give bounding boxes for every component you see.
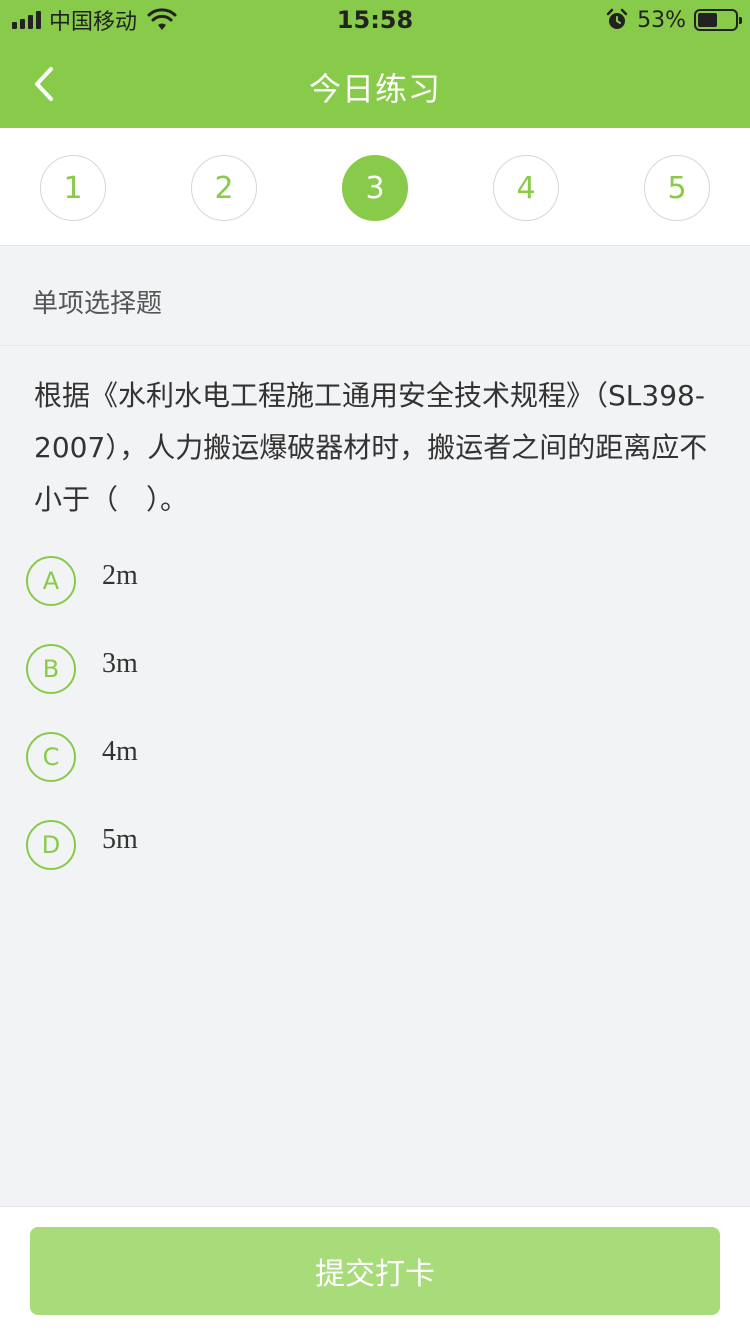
battery-percent: 53% xyxy=(637,7,686,33)
battery-fill xyxy=(698,13,717,27)
question-type-label: 单项选择题 xyxy=(32,289,163,319)
nav-bar: 今日练习 xyxy=(0,40,750,128)
option-letter: B xyxy=(26,644,76,694)
question-text: 根据《水利水电工程施工通用安全技术规程》（SL398-2007），人力搬运爆破器… xyxy=(34,379,708,516)
step-1[interactable]: 1 xyxy=(40,155,106,221)
step-5[interactable]: 5 xyxy=(644,155,710,221)
footer-bar: 提交打卡 xyxy=(0,1206,750,1334)
option-text: 4m xyxy=(102,736,138,767)
options-list: A 2m B 3m C 4m D 5m xyxy=(26,556,726,908)
option-a[interactable]: A 2m xyxy=(26,556,726,644)
step-3[interactable]: 3 xyxy=(342,155,408,221)
option-letter: C xyxy=(26,732,76,782)
practice-page: 中国移动 15:58 53% 今日练习 1 2 3 4 5 单项选择题 根据《水… xyxy=(0,0,750,1334)
option-text: 2m xyxy=(102,560,138,591)
page-title: 今日练习 xyxy=(308,70,441,108)
step-4[interactable]: 4 xyxy=(493,155,559,221)
status-right: 53% xyxy=(605,6,742,34)
header: 中国移动 15:58 53% 今日练习 xyxy=(0,0,750,128)
option-b[interactable]: B 3m xyxy=(26,644,726,732)
step-2[interactable]: 2 xyxy=(191,155,257,221)
option-d[interactable]: D 5m xyxy=(26,820,726,908)
option-c[interactable]: C 4m xyxy=(26,732,726,820)
option-letter: A xyxy=(26,556,76,606)
alarm-icon xyxy=(606,8,628,29)
status-bar: 中国移动 15:58 53% xyxy=(0,0,750,40)
question-type-bar: 单项选择题 xyxy=(0,247,750,346)
option-letter: D xyxy=(26,820,76,870)
submit-button[interactable]: 提交打卡 xyxy=(30,1227,720,1315)
battery-icon xyxy=(694,9,742,31)
option-text: 3m xyxy=(102,648,138,679)
question-stepper: 1 2 3 4 5 xyxy=(0,128,750,246)
option-text: 5m xyxy=(102,824,138,855)
